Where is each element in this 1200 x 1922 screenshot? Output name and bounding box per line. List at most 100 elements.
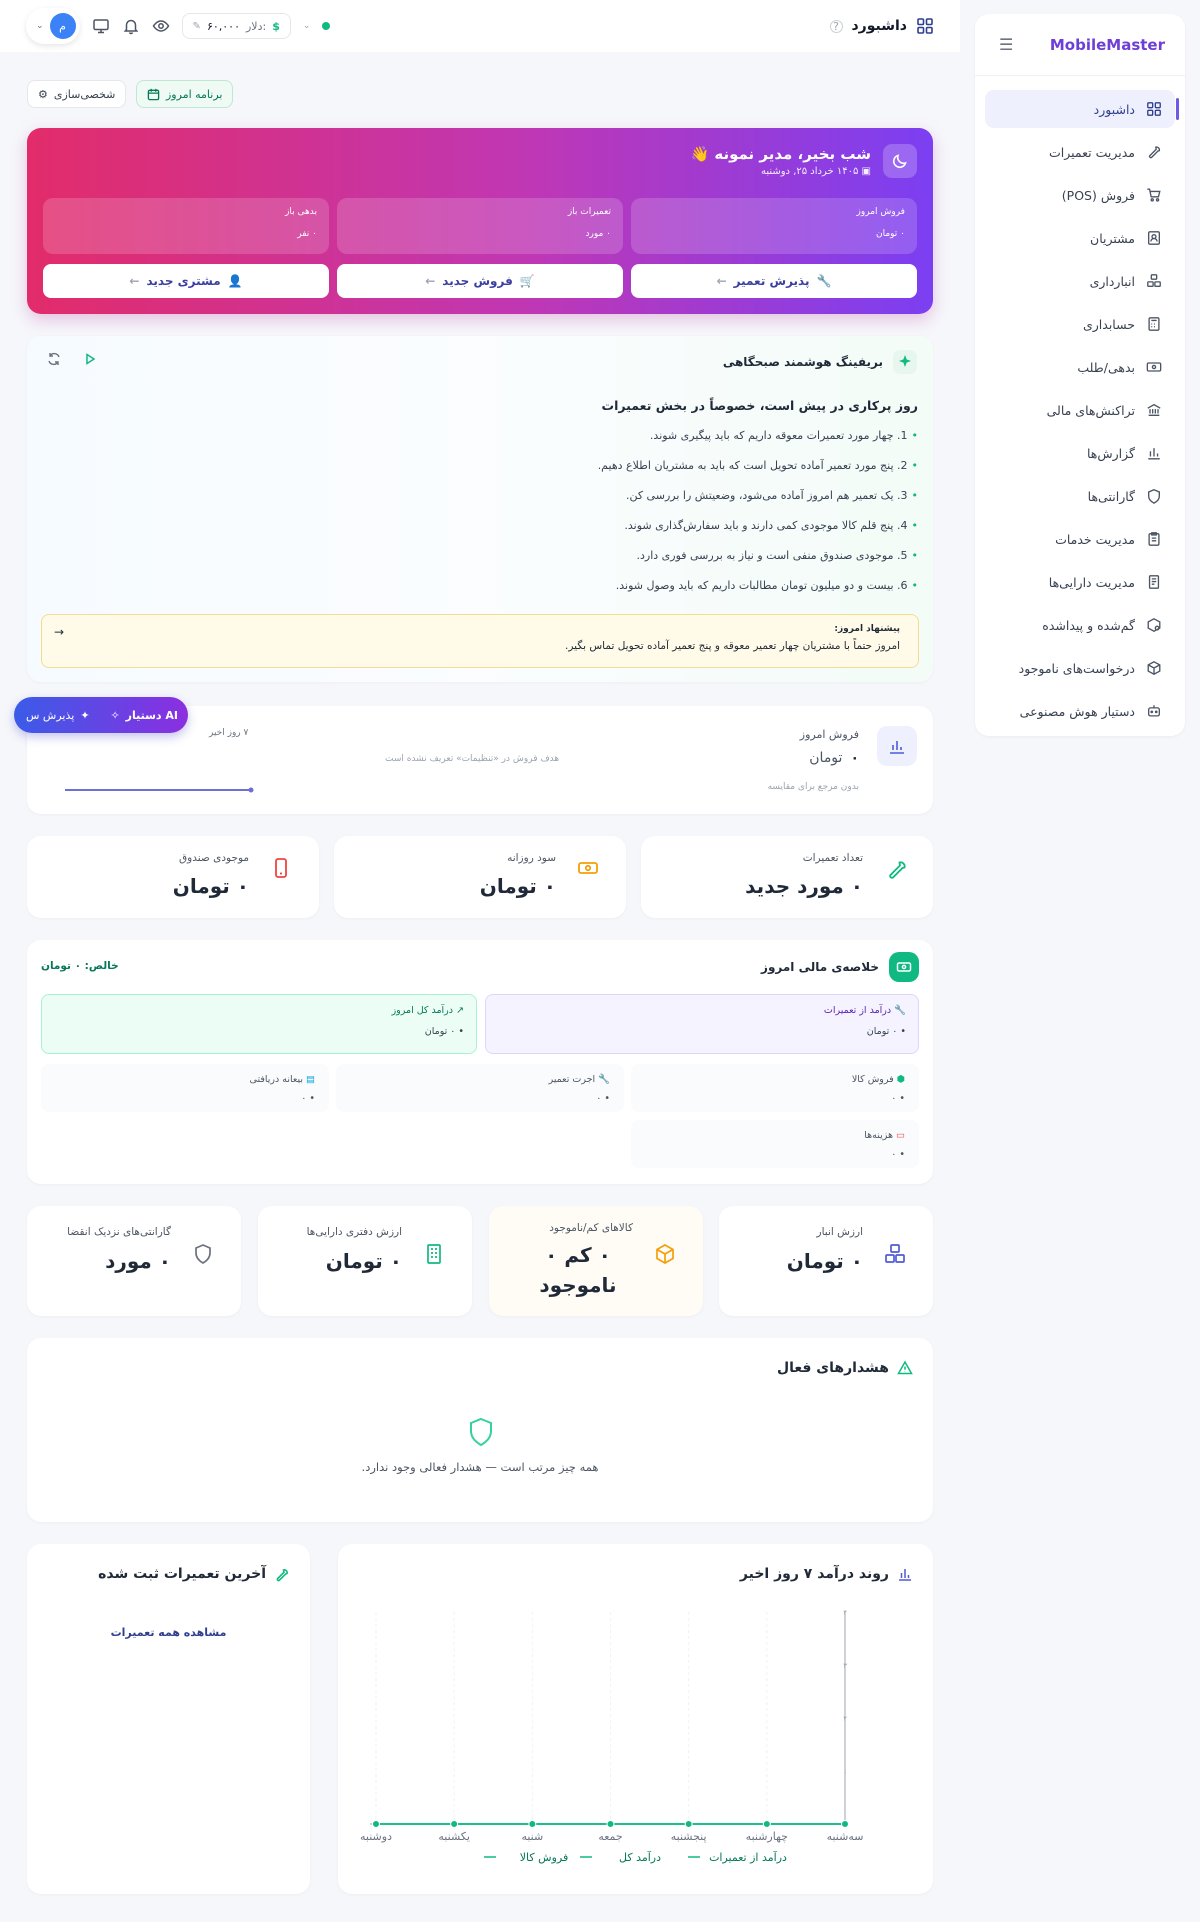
sidebar-item-robot[interactable]: دستیار هوش مصنوعی	[985, 692, 1175, 730]
customize-button[interactable]: شخصی‌سازی ⚙	[27, 80, 127, 108]
sales-value-row: ۰ تومان	[809, 750, 859, 766]
sidebar-item-dashboard[interactable]: داشبورد	[985, 90, 1179, 128]
briefing-item: •5. موجودی صندوق منفی است و نیاز به بررس…	[598, 548, 919, 578]
top-bar: داشبورد ? ⌄ م ✎ ۶۰,۰۰۰ دلار: $ ⌄	[0, 0, 960, 52]
status-chevron-icon[interactable]: ⌄	[303, 21, 311, 31]
view-all-repairs-link[interactable]: مشاهده همه تعمیرات	[27, 1626, 310, 1639]
sparkle-icon	[893, 350, 917, 374]
x-tick-label: جمعه	[598, 1830, 622, 1843]
ai-assistant-button[interactable]: پذیرش س ✦ ✧ دستیار AI	[14, 697, 188, 733]
dashboard-icon	[1145, 101, 1163, 117]
menu-toggle-icon[interactable]: ☰	[999, 35, 1013, 54]
eye-icon[interactable]	[152, 17, 170, 35]
breadcrumb: داشبورد ?	[829, 17, 935, 35]
inv-label: کالاهای کم/ناموجود	[549, 1222, 633, 1234]
alerts-title-group: هشدارهای فعال	[777, 1360, 913, 1376]
sidebar-item-lost-found[interactable]: گم‌شده و پیداشده	[985, 606, 1175, 644]
contacts-icon	[1145, 230, 1163, 246]
inv-warranty-expiring: گارانتی‌های نزدیک انقضا ۰ مورد	[27, 1206, 241, 1316]
sidebar-item-contacts[interactable]: مشتریان	[985, 219, 1175, 257]
bullet-dot: •	[911, 489, 919, 502]
robot-icon	[1145, 703, 1163, 719]
sidebar-item-money[interactable]: بدهی/طلب	[985, 348, 1175, 386]
suggestion-text: امروز حتماً با مشتریان چهار تعمیر معوقه …	[565, 640, 900, 652]
stat-value: ۰ تومان	[875, 229, 905, 239]
sidebar-item-boxes[interactable]: انبارداری	[985, 262, 1175, 300]
sidebar-item-label: گزارش‌ها	[1086, 445, 1135, 461]
kpi-value: ۰ تومان	[172, 874, 249, 898]
finance-title-group: خلاصه‌ی مالی امروز	[761, 952, 919, 982]
briefing-item-text: 6. بیست و دو میلیون تومان مطالبات داریم …	[615, 579, 908, 592]
sidebar-item-wrench[interactable]: مدیریت تعمیرات	[985, 133, 1175, 171]
online-status-dot	[322, 22, 331, 30]
new-sale-button[interactable]: 🛒 فروش جدید ←	[337, 264, 623, 298]
briefing-item-text: 2. پنج مورد تعمیر آماده تحویل است که بای…	[597, 459, 908, 472]
sidebar-item-asset[interactable]: مدیریت دارایی‌ها	[985, 563, 1175, 601]
sidebar: ☰ MobileMaster داشبورد مدیریت تعمیرات فروش…	[975, 14, 1185, 736]
sidebar-nav: داشبورد مدیریت تعمیرات فروش (POS) مشتریان ان…	[975, 76, 1185, 749]
y-tick-label: ۴	[843, 1609, 847, 1617]
morning-briefing: بریفینگ هوشمند صبحگاهی روز پرکاری در پیش…	[27, 336, 933, 682]
button-label: فروش جدید	[442, 274, 513, 288]
dollar-rate[interactable]: ✎ ۶۰,۰۰۰ دلار: $	[181, 13, 291, 39]
finance-summary: خلاصه‌ی مالی امروز خالص: ۰ تومان 🔧 درآمد…	[27, 940, 933, 1184]
today-plan-button[interactable]: برنامه امروز	[136, 80, 234, 108]
arrow-left-icon: ←	[716, 274, 727, 288]
inv-label: گارانتی‌های نزدیک انقضا	[67, 1226, 171, 1238]
new-customer-button[interactable]: 👤 مشتری جدید ←	[43, 264, 329, 298]
data-point	[762, 1820, 771, 1828]
x-tick-label: دوشنبه	[360, 1830, 392, 1843]
sidebar-item-clipboard[interactable]: مدیریت خدمات	[985, 520, 1175, 558]
briefing-item-text: 5. موجودی صندوق منفی است و نیاز به بررسی…	[636, 549, 908, 562]
recent-repairs: آخرین تعمیرات ثبت شده مشاهده همه تعمیرات	[27, 1544, 310, 1894]
sidebar-item-bank[interactable]: تراکنش‌های مالی	[985, 391, 1175, 429]
inv-value: ۰ مورد	[105, 1249, 171, 1273]
legend-item: درآمد کل	[619, 1850, 661, 1864]
data-point	[841, 1820, 849, 1828]
sidebar-item-label: تراکنش‌های مالی	[1046, 402, 1135, 418]
cart-icon	[1145, 187, 1163, 203]
bullet-dot: •	[911, 429, 919, 442]
recent-title-group: آخرین تعمیرات ثبت شده	[98, 1566, 290, 1582]
button-label: پذیرش تعمیر	[733, 274, 810, 288]
box-icon: ⬢	[896, 1074, 905, 1085]
ai-quick-action[interactable]: پذیرش س ✦	[26, 709, 90, 722]
hero-greeting: شب بخیر، مدیر نمونه 👋 ▣ ۱۴۰۵ خرداد ۲۵, د…	[690, 144, 917, 178]
inv-value: ۰ تومان	[786, 1249, 863, 1273]
sidebar-item-box-request[interactable]: درخواست‌های ناموجود	[985, 649, 1175, 687]
cell-value: ۰	[301, 1093, 307, 1104]
sidebar-item-label: مدیریت خدمات	[1055, 531, 1135, 547]
user-menu[interactable]: ⌄ م	[26, 8, 80, 44]
bar-chart-icon	[877, 726, 917, 766]
refresh-icon[interactable]	[47, 352, 61, 366]
play-icon[interactable]	[83, 352, 97, 366]
stat-label: فروش امروز	[856, 207, 905, 217]
edit-icon: ✎	[192, 20, 201, 32]
sidebar-item-report[interactable]: گزارش‌ها	[985, 434, 1175, 472]
y-tick-label: ۱	[843, 1768, 847, 1776]
stat-today-sales: فروش امروز ۰ تومان	[631, 198, 917, 254]
legend-item: درآمد از تعمیرات	[709, 1850, 787, 1864]
accept-repair-button[interactable]: 🔧 پذیرش تعمیر ←	[631, 264, 917, 298]
receipt-icon: ▤	[306, 1074, 315, 1085]
greeting-text: شب بخیر، مدیر نمونه	[714, 145, 871, 163]
finance-goods-sales: ⬢ فروش کالا • ۰	[631, 1064, 919, 1112]
sidebar-item-calculator[interactable]: حسابداری	[985, 305, 1175, 343]
cell-value: ۰	[891, 1093, 897, 1104]
data-point	[450, 1820, 459, 1828]
briefing-list: •1. چهار مورد تعمیرات معوقه داریم که بای…	[598, 428, 918, 608]
inv-value: ۰ تومان	[325, 1249, 402, 1273]
cell-value: ۰	[891, 1149, 897, 1160]
sidebar-item-cart[interactable]: فروش (POS)	[985, 176, 1175, 214]
wrench-icon	[274, 1566, 290, 1582]
bank-icon	[1145, 402, 1163, 418]
ai-quick-label: پذیرش س	[26, 708, 75, 722]
inv-low-stock: کالاهای کم/ناموجود ۰ کم ۰ ناموجود	[489, 1206, 703, 1316]
help-icon[interactable]: ?	[829, 19, 843, 33]
cell-label: اجرت تعمیر	[548, 1074, 596, 1085]
sales-value: ۰	[850, 750, 859, 766]
bell-icon[interactable]	[122, 17, 140, 35]
monitor-icon[interactable]	[92, 17, 110, 35]
sidebar-item-shield[interactable]: گارانتی‌ها	[985, 477, 1175, 515]
x-tick-label: پنجشنبه	[671, 1830, 707, 1843]
